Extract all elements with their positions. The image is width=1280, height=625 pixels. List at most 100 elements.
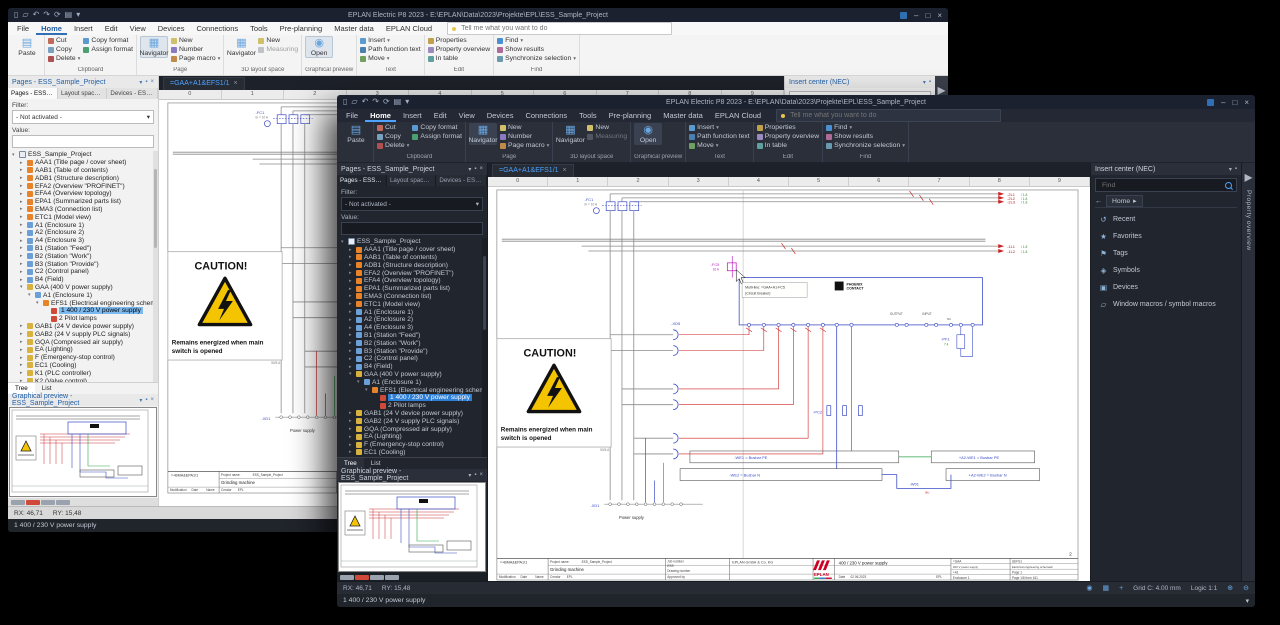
twisty-icon[interactable]: ▸: [20, 183, 25, 189]
ribbon-tab[interactable]: Master data: [658, 109, 708, 122]
dock-tab[interactable]: Pages - ESS_Sample_P...: [337, 175, 387, 186]
quick-access-icon[interactable]: ▯: [14, 8, 18, 22]
open-preview-button[interactable]: ◉ Open: [634, 123, 662, 145]
path-function-text-button[interactable]: Path function text: [360, 46, 421, 54]
preview-close-icon[interactable]: ×: [150, 397, 154, 403]
twisty-icon[interactable]: ▾: [349, 371, 354, 377]
insert-center-item[interactable]: ↺ Recent: [1091, 211, 1241, 228]
quick-access-icon[interactable]: ⟳: [54, 8, 61, 22]
tree-item[interactable]: ▸ GAB2 (24 V supply PLC signals): [337, 417, 487, 425]
twisty-icon[interactable]: ▸: [20, 191, 25, 197]
twisty-icon[interactable]: ▾: [365, 387, 370, 393]
tree-item[interactable]: ▸ ADB1 (Structure description): [8, 174, 158, 182]
tree-item[interactable]: 1 400 / 230 V power supply: [337, 394, 487, 402]
twisty-icon[interactable]: ▾: [36, 300, 41, 306]
copy-format-button[interactable]: Copy format: [83, 37, 133, 45]
tree-item[interactable]: ▸ EFA4 (Overview topology): [337, 277, 487, 285]
preview-pin-icon[interactable]: ▪: [474, 472, 476, 478]
tree-item[interactable]: ▸ B3 (Station "Provide"): [337, 347, 487, 355]
ribbon-tab[interactable]: Home: [36, 22, 67, 35]
assign-format-button[interactable]: Assign format: [412, 133, 462, 141]
preview-page-tab[interactable]: [56, 500, 70, 505]
ribbon-tab[interactable]: EPLAN Cloud: [381, 22, 437, 35]
twisty-icon[interactable]: ▾: [28, 292, 33, 298]
twisty-icon[interactable]: ▸: [20, 378, 25, 382]
tree-item[interactable]: ▸ C2 (Control panel): [8, 268, 158, 276]
ribbon-tab[interactable]: Insert: [69, 22, 98, 35]
tree-item[interactable]: ▸ EFA2 (Overview "PROFINET"): [8, 182, 158, 190]
document-tab[interactable]: =GAA+A1&EFS1/1 ×: [492, 164, 574, 177]
tree-item[interactable]: ▸ A2 (Enclosure 2): [8, 229, 158, 237]
twisty-icon[interactable]: ▸: [20, 222, 25, 228]
insert-center-item[interactable]: ★ Favorites: [1091, 228, 1241, 245]
insert-text-button[interactable]: Insert▾: [360, 37, 421, 45]
dock-tab[interactable]: Pages - ESS_Sample_P...: [8, 88, 58, 99]
tree-item[interactable]: ▸ AAB1 (Table of contents): [337, 254, 487, 262]
value-input[interactable]: [341, 222, 483, 235]
tree-item[interactable]: ▸ B2 (Station "Work"): [8, 252, 158, 260]
dock-tab[interactable]: Layout space - ESS_Sa...: [387, 175, 436, 186]
twisty-icon[interactable]: ▸: [20, 331, 25, 337]
twisty-icon[interactable]: ▸: [349, 434, 354, 440]
cut-button[interactable]: Cut: [377, 124, 409, 132]
twisty-icon[interactable]: ▸: [349, 332, 354, 338]
property-overview-button[interactable]: Property overview: [428, 46, 490, 54]
move-button[interactable]: Move▾: [360, 55, 421, 63]
quick-access-icon[interactable]: ▾: [405, 95, 409, 109]
preview-page-tab[interactable]: [41, 500, 55, 505]
twisty-icon[interactable]: ▸: [349, 356, 354, 362]
maximize-button[interactable]: □: [925, 11, 930, 20]
page-macro-button[interactable]: Page macro▾: [500, 142, 549, 150]
tree-item[interactable]: ▸ ETC1 (Model view): [8, 213, 158, 221]
twisty-icon[interactable]: ▸: [349, 301, 354, 307]
property-overview-button[interactable]: Property overview: [757, 133, 819, 141]
tree-item[interactable]: ▸ EFA4 (Overview topology): [8, 190, 158, 198]
twisty-icon[interactable]: ▸: [20, 370, 25, 376]
twisty-icon[interactable]: ▸: [349, 340, 354, 346]
twisty-icon[interactable]: ▸: [20, 261, 25, 267]
tree-item[interactable]: ▾ EFS1 (Electrical engineering schematic…: [8, 299, 158, 307]
twisty-icon[interactable]: ▾: [357, 379, 362, 385]
tree-item[interactable]: ▸ K1 (PLC controller): [337, 456, 487, 457]
quick-access-icon[interactable]: ▤: [394, 95, 402, 109]
tree-item[interactable]: ▸ EMA3 (Connection list): [8, 206, 158, 214]
ribbon-tab[interactable]: Connections: [520, 109, 572, 122]
panel-close-icon[interactable]: ×: [479, 166, 483, 172]
tree-item[interactable]: ▾ A1 (Enclosure 1): [337, 378, 487, 386]
preview-page-tab[interactable]: [340, 575, 354, 580]
twisty-icon[interactable]: ▸: [349, 442, 354, 448]
ribbon-tab[interactable]: Edit: [429, 109, 452, 122]
tree-item[interactable]: ▸ EA (Lighting): [337, 433, 487, 441]
tree-item[interactable]: ▸ F (Emergency-stop control): [337, 441, 487, 449]
twisty-icon[interactable]: ▸: [20, 160, 25, 166]
twisty-icon[interactable]: ▸: [20, 362, 25, 368]
tree-item[interactable]: ▸ B3 (Station "Provide"): [8, 260, 158, 268]
insert-text-button[interactable]: Insert▾: [689, 124, 750, 132]
twisty-icon[interactable]: ▸: [20, 206, 25, 212]
ribbon-tab[interactable]: Devices: [153, 22, 190, 35]
in-table-button[interactable]: In table: [428, 55, 490, 63]
twisty-icon[interactable]: ▸: [349, 247, 354, 253]
twisty-icon[interactable]: ▸: [20, 277, 25, 283]
layout-new-button[interactable]: New: [587, 124, 627, 132]
tree-item[interactable]: ▸ K2 (Valve control): [8, 377, 158, 382]
tree-item[interactable]: ▸ F (Emergency-stop control): [8, 354, 158, 362]
tree-item[interactable]: ▸ A4 (Enclosure 3): [8, 237, 158, 245]
document-tab[interactable]: =GAA+A1&EFS1/1 ×: [163, 77, 245, 90]
ribbon-tab[interactable]: File: [341, 109, 363, 122]
breadcrumb-back-button[interactable]: ←: [1095, 198, 1102, 205]
panel-close-icon[interactable]: ×: [150, 79, 154, 85]
tree-item[interactable]: ▸ ETC1 (Model view): [337, 300, 487, 308]
tree-item[interactable]: ▸ GAB2 (24 V supply PLC signals): [8, 330, 158, 338]
twisty-icon[interactable]: ▸: [20, 347, 25, 353]
tell-me-input[interactable]: [788, 111, 996, 120]
ribbon-tab[interactable]: Connections: [191, 22, 243, 35]
filter-select[interactable]: - Not activated - ▾: [12, 110, 154, 124]
tree-item[interactable]: ▾ ESS_Sample_Project: [8, 151, 158, 159]
ribbon-tab[interactable]: View: [454, 109, 480, 122]
maximize-button[interactable]: □: [1232, 98, 1237, 107]
synchronize-selection-button[interactable]: Synchronize selection▾: [497, 55, 576, 63]
preview-page-tab-current[interactable]: [26, 500, 40, 505]
twisty-icon[interactable]: ▸: [349, 426, 354, 432]
cut-button[interactable]: Cut: [48, 37, 80, 45]
